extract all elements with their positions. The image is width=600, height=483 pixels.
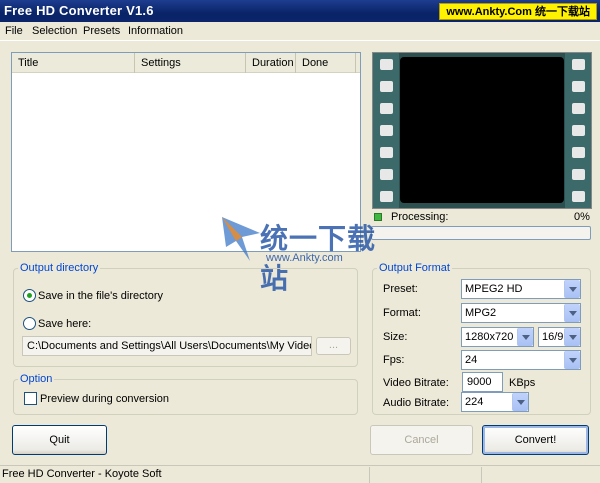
chevron-down-icon[interactable] (564, 304, 580, 322)
preset-select[interactable]: MPEG2 HD (461, 279, 581, 299)
browse-button[interactable]: ... (316, 337, 351, 355)
video-bitrate-input[interactable]: 9000 (462, 372, 503, 392)
option-legend: Option (18, 373, 55, 385)
chevron-down-icon[interactable] (564, 328, 580, 346)
chevron-down-icon[interactable] (564, 280, 580, 298)
file-list-header: Title Settings Duration Done (12, 53, 360, 73)
menu-presets[interactable]: Presets (83, 25, 120, 37)
output-path-field[interactable]: C:\Documents and Settings\All Users\Docu… (22, 336, 312, 356)
aspect-select[interactable]: 16/9 (538, 327, 581, 347)
processing-label: Processing: (391, 211, 449, 223)
preview-during-conversion-label[interactable]: Preview during conversion (40, 393, 169, 405)
film-strip-left (373, 53, 399, 208)
audio-bitrate-value: 224 (465, 396, 484, 408)
fps-value: 24 (465, 354, 478, 366)
menu-selection[interactable]: Selection (32, 25, 77, 37)
format-label: Format: (383, 307, 421, 319)
window-title: Free HD Converter V1.6 (4, 3, 154, 18)
film-strip-right (565, 53, 591, 208)
watermark-logo: 统一下载站 www.Ankty.com (220, 215, 390, 294)
preview-screen (400, 57, 564, 203)
convert-button[interactable]: Convert! (482, 425, 589, 455)
logo-arrow-icon (222, 217, 260, 261)
quit-button[interactable]: Quit (12, 425, 107, 455)
processing-percent: 0% (574, 211, 590, 223)
menu-information[interactable]: Information (128, 25, 183, 37)
video-bitrate-unit: KBps (509, 377, 536, 389)
video-preview (372, 52, 592, 209)
size-label: Size: (383, 331, 408, 343)
format-value: MPG2 (465, 307, 497, 319)
logo-url: www.Ankty.com (266, 252, 343, 264)
chevron-down-icon[interactable] (512, 393, 528, 411)
save-in-file-dir-radio[interactable] (23, 289, 36, 302)
status-separator (369, 467, 370, 483)
save-here-label[interactable]: Save here: (38, 318, 91, 330)
status-separator (481, 467, 482, 483)
status-text: Free HD Converter - Koyote Soft (2, 468, 162, 480)
preset-value: MPEG2 HD (465, 283, 523, 295)
watermark-badge: www.Ankty.Com 统一下载站 (439, 3, 597, 20)
title-bar: Free HD Converter V1.6 www.Ankty.Com 统一下… (0, 0, 600, 22)
menu-bar: File Selection Presets Information (0, 22, 600, 41)
fps-label: Fps: (383, 354, 405, 366)
chevron-down-icon[interactable] (517, 328, 533, 346)
progress-bar (371, 226, 591, 240)
aspect-value: 16/9 (542, 331, 564, 343)
video-bitrate-label: Video Bitrate: (383, 377, 449, 389)
output-format-legend: Output Format (377, 262, 452, 274)
menu-file[interactable]: File (5, 25, 23, 37)
status-bar: Free HD Converter - Koyote Soft (0, 465, 600, 483)
size-value: 1280x720 (465, 331, 514, 343)
column-done[interactable]: Done (296, 53, 356, 73)
output-directory-legend: Output directory (18, 262, 101, 274)
save-here-radio[interactable] (23, 317, 36, 330)
fps-select[interactable]: 24 (461, 350, 581, 370)
save-in-file-dir-label[interactable]: Save in the file's directory (38, 290, 163, 302)
column-settings[interactable]: Settings (135, 53, 246, 73)
preview-during-conversion-checkbox[interactable] (24, 392, 37, 405)
format-select[interactable]: MPG2 (461, 303, 581, 323)
audio-bitrate-select[interactable]: 224 (461, 392, 529, 412)
column-duration[interactable]: Duration (246, 53, 296, 73)
size-select[interactable]: 1280x720 (461, 327, 534, 347)
chevron-down-icon[interactable] (564, 351, 580, 369)
cancel-button[interactable]: Cancel (370, 425, 473, 455)
audio-bitrate-label: Audio Bitrate: (383, 397, 450, 409)
preset-label: Preset: (383, 283, 418, 295)
column-title[interactable]: Title (12, 53, 135, 73)
